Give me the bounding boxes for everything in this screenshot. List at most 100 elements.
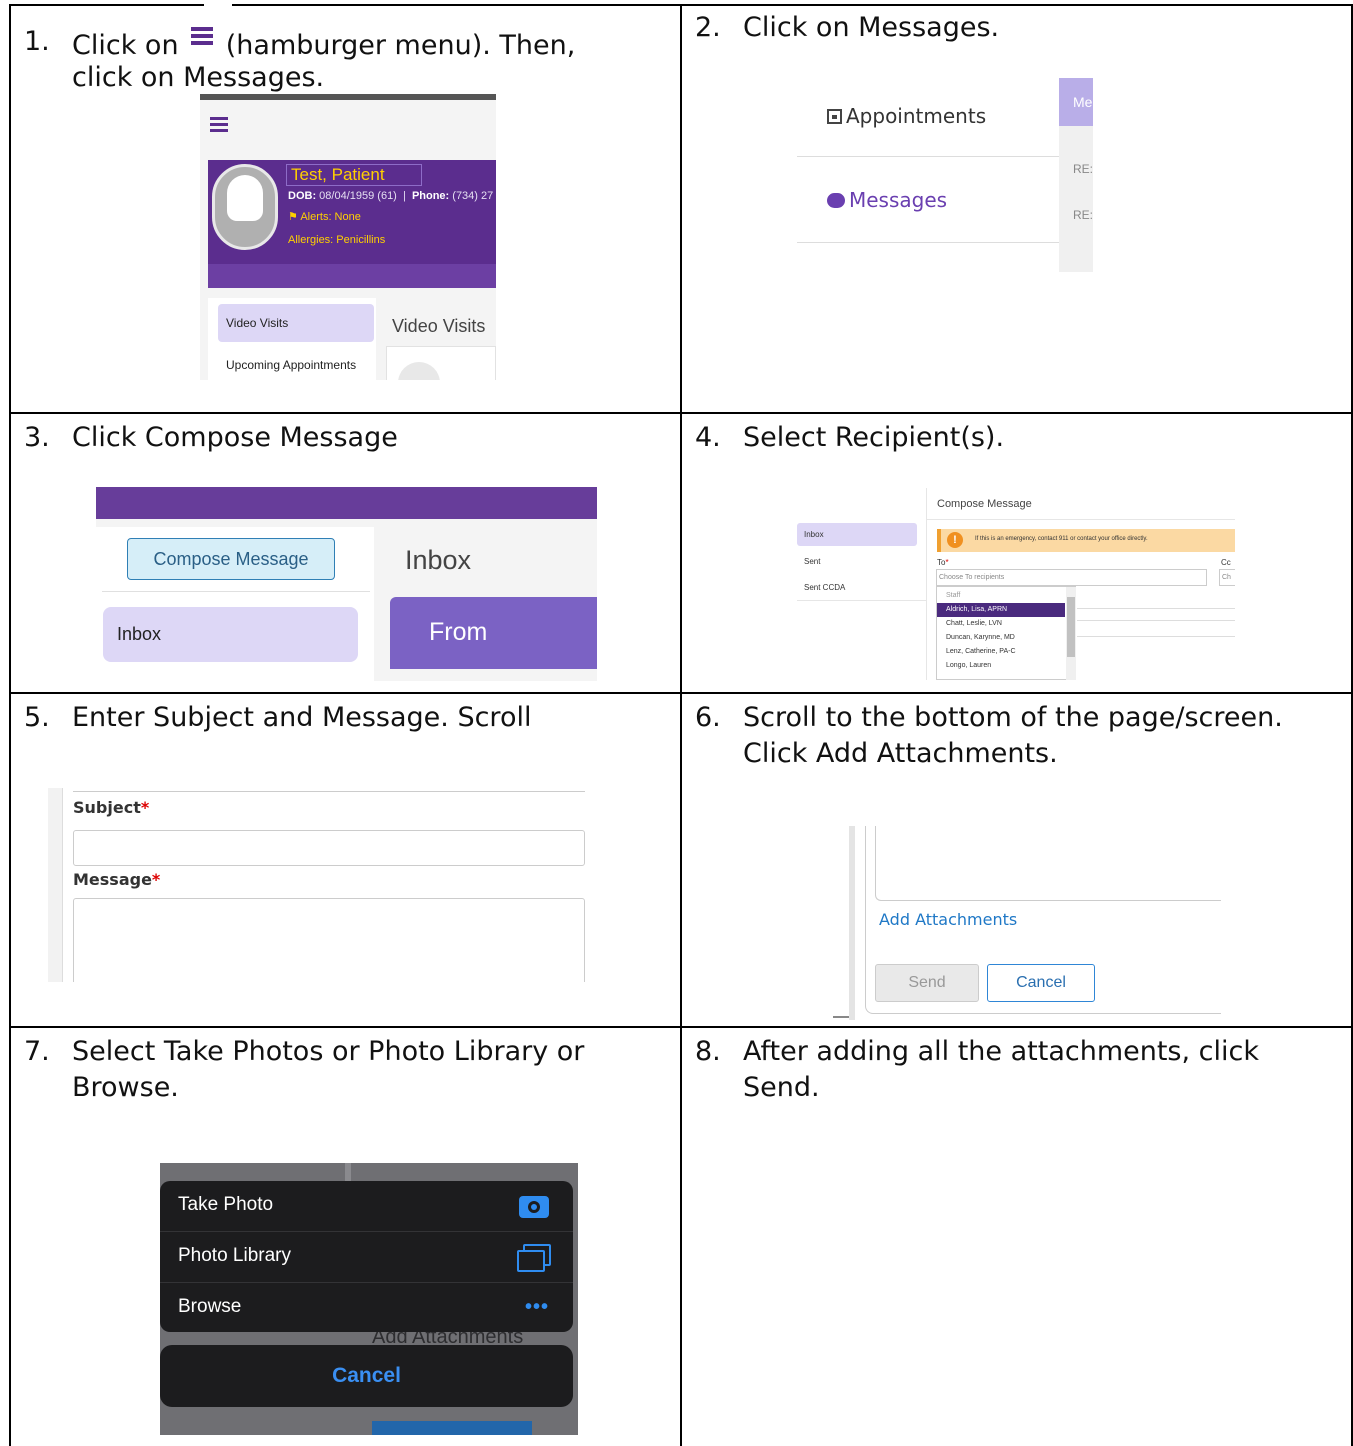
chat-bubble-icon <box>827 193 845 208</box>
scrollbar-thumb[interactable] <box>1067 597 1075 657</box>
divider <box>797 156 1059 157</box>
dropdown-option[interactable]: Chatt, Leslie, LVN <box>937 617 1065 631</box>
step-1: 1. Click on (hamburger menu). Then, clic… <box>24 24 664 104</box>
patient-name: Test, Patient <box>286 164 422 186</box>
step-2: 2. Click on Messages. <box>695 10 1335 50</box>
recipient-dropdown: Staff Aldrich, Lisa, APRN Chatt, Leslie,… <box>936 586 1076 680</box>
emergency-warning: ! If this is an emergency, contact 911 o… <box>937 529 1235 552</box>
divider <box>1077 636 1235 637</box>
divider <box>797 242 1059 243</box>
dropdown-option[interactable]: Lenz, Catherine, PA-C <box>937 645 1065 659</box>
step-3: 3. Click Compose Message <box>24 420 664 460</box>
step-text: click on Messages. <box>72 62 325 93</box>
divider <box>62 788 63 982</box>
step-number: 3. <box>24 422 50 453</box>
action-photo-library[interactable]: Photo Library <box>160 1232 573 1282</box>
patient-dob-phone: DOB: 08/04/1959 (61) | Phone: (734) 27 <box>288 190 494 202</box>
screenshot-add-attachments: Add Attachments Send Cancel <box>833 826 1221 1020</box>
hamburger-stub <box>204 4 232 6</box>
step-text: (hamburger menu). Then, <box>225 30 576 61</box>
step-text: Send. <box>743 1072 820 1103</box>
header-bar <box>96 487 597 519</box>
divider <box>1077 620 1235 621</box>
row-divider-3 <box>10 1026 1353 1028</box>
patient-allergies: Allergies: Penicillins <box>288 234 386 246</box>
sidebar-item-inbox[interactable]: Inbox <box>797 523 917 546</box>
dropdown-option[interactable]: Longo, Lauren <box>937 659 1065 673</box>
send-button[interactable]: Send <box>875 964 979 1002</box>
divider <box>1077 608 1235 609</box>
cancel-button[interactable]: Cancel <box>987 964 1095 1002</box>
step-5: 5. Enter Subject and Message. Scroll <box>24 700 664 740</box>
step-4: 4. Select Recipient(s). <box>695 420 1335 460</box>
menu-item-messages[interactable]: Messages <box>827 188 947 212</box>
divider <box>73 791 585 792</box>
hamburger-icon[interactable] <box>210 114 228 135</box>
dropdown-option[interactable]: Duncan, Karynne, MD <box>937 631 1065 645</box>
sidebar: Video Visits Upcoming Appointments <box>208 298 376 380</box>
sidebar-item-upcoming-appointments[interactable]: Upcoming Appointments <box>226 358 356 372</box>
sidebar-item-sent[interactable]: Sent <box>804 557 820 566</box>
message-textarea[interactable] <box>73 898 585 982</box>
message-subject: RE: <box>1073 162 1093 176</box>
subject-input[interactable] <box>73 830 585 866</box>
sidebar-item-video-visits[interactable]: Video Visits <box>218 304 374 342</box>
action-take-photo[interactable]: Take Photo <box>160 1181 573 1231</box>
step-text: Click on Messages. <box>743 12 1000 43</box>
step-6: 6. Scroll to the bottom of the page/scre… <box>695 700 1345 780</box>
to-label: To* <box>937 558 949 567</box>
step-text: Scroll to the bottom of the page/screen. <box>743 702 1283 733</box>
camera-icon <box>519 1196 549 1218</box>
action-sheet-cancel-button[interactable]: Cancel <box>160 1345 573 1407</box>
to-recipients-input[interactable]: Choose To recipients <box>936 569 1207 586</box>
column-header-from[interactable]: From <box>390 597 597 669</box>
divider <box>374 527 390 681</box>
step-number: 5. <box>24 702 50 733</box>
divider <box>927 519 1235 520</box>
step-text: Enter Subject and Message. Scroll <box>72 702 532 733</box>
divider <box>200 94 496 100</box>
scrollbar[interactable] <box>1066 587 1076 680</box>
compose-title: Compose Message <box>937 498 1032 510</box>
step-8: 8. After adding all the attachments, cli… <box>695 1034 1345 1114</box>
side-gutter <box>849 826 855 1020</box>
action-browse[interactable]: Browse ••• <box>160 1283 573 1333</box>
step-text: Select Take Photos or Photo Library or <box>72 1036 585 1067</box>
action-sheet: Take Photo Photo Library Browse ••• <box>160 1181 573 1332</box>
calendar-icon <box>827 109 842 124</box>
screenshot-compose-recipients: Inbox Sent Sent CCDA Compose Message ! I… <box>797 488 1235 680</box>
menu-item-appointments[interactable]: Appointments <box>827 104 986 128</box>
cc-recipients-input[interactable]: Ch <box>1219 569 1235 586</box>
add-attachments-link[interactable]: Add Attachments <box>879 910 1017 929</box>
message-textarea[interactable] <box>875 826 1221 901</box>
sidebar-item-sent-ccda[interactable]: Sent CCDA <box>804 583 845 592</box>
screenshot-messages-inbox: Compose Message Inbox Inbox From <box>96 487 597 681</box>
divider <box>797 600 927 601</box>
background-button <box>372 1421 532 1435</box>
compose-message-button[interactable]: Compose Message <box>127 538 335 580</box>
row-divider-2 <box>10 692 1353 694</box>
screenshot-ios-action-sheet: Add Attachments Take Photo Photo Library… <box>160 1163 578 1435</box>
sidebar-item-inbox[interactable]: Inbox <box>103 607 358 662</box>
step-text: Click Add Attachments. <box>743 738 1058 769</box>
patient-alerts: ⚑ Alerts: None <box>288 211 361 223</box>
divider <box>345 1163 351 1183</box>
message-list-header: Me <box>1059 78 1093 126</box>
step-7: 7. Select Take Photos or Photo Library o… <box>24 1034 664 1114</box>
page-title: Inbox <box>405 545 472 575</box>
cc-label: Cc <box>1221 558 1231 567</box>
step-number: 6. <box>695 702 721 733</box>
message-subject: RE: <box>1073 208 1093 222</box>
more-icon: ••• <box>524 1296 549 1318</box>
table-left-border <box>9 4 11 1446</box>
step-text: Select Recipient(s). <box>743 422 1005 453</box>
row-divider-1 <box>10 412 1353 414</box>
step-text: Browse. <box>72 1072 179 1103</box>
side-gutter <box>48 788 62 982</box>
avatar <box>212 164 278 250</box>
divider <box>102 591 370 592</box>
dropdown-option[interactable]: Aldrich, Lisa, APRN <box>937 603 1065 617</box>
hamburger-icon <box>191 24 214 48</box>
divider <box>833 1016 849 1018</box>
photo-library-icon <box>517 1244 551 1272</box>
